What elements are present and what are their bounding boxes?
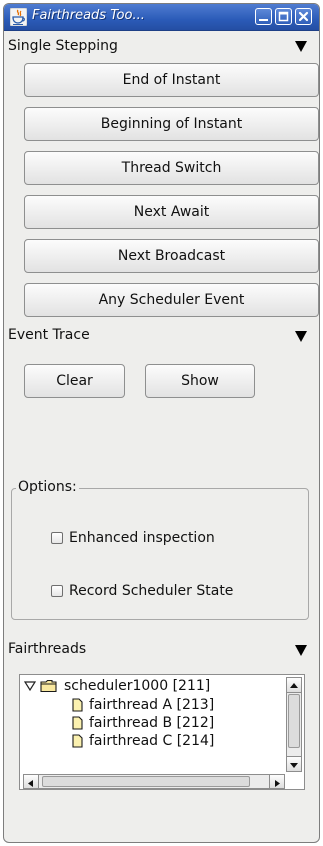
end-of-instant-button[interactable]: End of Instant <box>24 63 319 97</box>
show-button[interactable]: Show <box>145 364 255 398</box>
expanded-triangle-icon[interactable] <box>24 680 36 692</box>
horizontal-scrollbar[interactable] <box>23 774 285 789</box>
file-icon <box>72 698 83 712</box>
scroll-down-button[interactable] <box>286 756 302 772</box>
scroll-right-button[interactable] <box>269 774 285 789</box>
arrow-left-icon <box>28 780 33 787</box>
enhanced-inspection-checkbox[interactable] <box>51 532 63 544</box>
arrow-right-icon <box>275 780 280 787</box>
tree-node-fairthread-c[interactable]: fairthread C [214] <box>72 733 214 749</box>
thread-switch-button[interactable]: Thread Switch <box>24 151 319 185</box>
arrow-down-icon <box>290 763 298 768</box>
window-title: Fairthreads Too... <box>32 8 145 23</box>
fairthreads-label: Fairthreads <box>8 641 87 657</box>
tree-node-scheduler1000[interactable]: scheduler1000 [211] <box>24 678 210 694</box>
tree-node-label: fairthread B [212] <box>89 715 215 731</box>
event-trace-label: Event Trace <box>8 327 90 343</box>
single-stepping-label: Single Stepping <box>8 38 118 54</box>
fairthreads-collapse-icon[interactable] <box>295 645 307 656</box>
tree-node-fairthread-a[interactable]: fairthread A [213] <box>72 697 214 713</box>
folder-icon <box>40 679 57 693</box>
record-scheduler-state-label: Record Scheduler State <box>69 583 234 599</box>
title-bar[interactable]: Fairthreads Too... <box>4 4 319 31</box>
arrow-up-icon <box>290 683 298 688</box>
tree-node-label: scheduler1000 [211] <box>64 678 211 694</box>
beginning-of-instant-button[interactable]: Beginning of Instant <box>24 107 319 141</box>
close-icon <box>298 11 309 22</box>
next-await-button[interactable]: Next Await <box>24 195 319 229</box>
enhanced-inspection-label: Enhanced inspection <box>69 530 215 546</box>
maximize-button[interactable] <box>275 8 292 25</box>
next-broadcast-button[interactable]: Next Broadcast <box>24 239 319 273</box>
file-icon <box>72 734 83 748</box>
clear-button[interactable]: Clear <box>24 364 125 398</box>
tree-node-fairthread-b[interactable]: fairthread B [212] <box>72 715 214 731</box>
options-legend: Options: <box>16 479 79 495</box>
minimize-icon <box>259 19 268 21</box>
file-icon <box>72 716 83 730</box>
close-button[interactable] <box>295 8 312 25</box>
vertical-scroll-thumb[interactable] <box>288 694 300 748</box>
scroll-up-button[interactable] <box>286 677 302 693</box>
java-cup-icon <box>10 8 27 26</box>
fairthreads-tool-window: Fairthreads Too... Single Stepping End o… <box>3 3 320 843</box>
tree-node-label: fairthread C [214] <box>89 733 215 749</box>
scroll-left-button[interactable] <box>23 774 39 789</box>
vertical-scrollbar[interactable] <box>286 677 302 772</box>
record-scheduler-state-option[interactable]: Record Scheduler State <box>51 583 233 599</box>
enhanced-inspection-option[interactable]: Enhanced inspection <box>51 530 215 546</box>
single-stepping-collapse-icon[interactable] <box>295 41 307 52</box>
record-scheduler-state-checkbox[interactable] <box>51 585 63 597</box>
any-scheduler-event-button[interactable]: Any Scheduler Event <box>24 283 319 317</box>
minimize-button[interactable] <box>255 8 272 25</box>
event-trace-collapse-icon[interactable] <box>295 331 307 342</box>
tree-node-label: fairthread A [213] <box>89 697 215 713</box>
horizontal-scroll-thumb[interactable] <box>42 776 250 787</box>
fairthreads-tree[interactable]: scheduler1000 [211] fairthread A [213] f… <box>19 674 305 790</box>
maximize-icon <box>278 11 289 22</box>
options-group <box>11 488 309 620</box>
